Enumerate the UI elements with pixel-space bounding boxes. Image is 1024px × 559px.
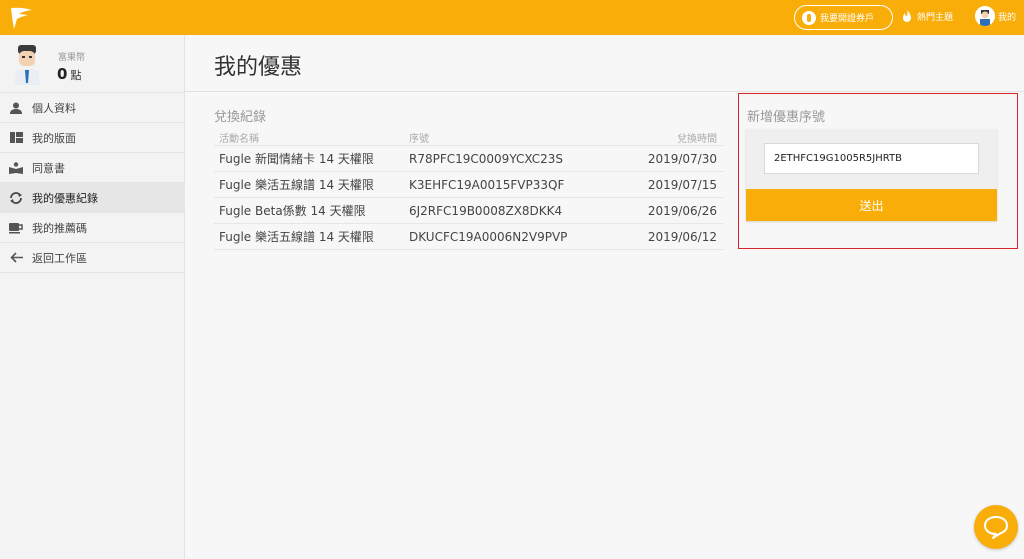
sidebar-item-my-layout[interactable]: 我的版面 bbox=[0, 122, 185, 152]
cell-time: 2019/07/30 bbox=[647, 151, 717, 166]
table-header: 活動名稱 序號 兌換時間 bbox=[214, 130, 724, 146]
table-row: Fugle 新聞情緒卡 14 天權限 R78PFC19C0009YCXC23S … bbox=[214, 146, 724, 172]
table-row: Fugle Beta係數 14 天權限 6J2RFC19B0008ZX8DKK4… bbox=[214, 198, 724, 224]
chat-bubble-icon bbox=[984, 516, 1008, 539]
sidebar-item-label: 個人資料 bbox=[32, 101, 76, 115]
submit-button[interactable]: 送出 bbox=[746, 189, 997, 221]
sidebar-divider bbox=[0, 272, 185, 273]
flame-icon bbox=[903, 10, 911, 22]
sidebar-item-label: 同意書 bbox=[32, 161, 65, 175]
column-header-activity: 活動名稱 bbox=[219, 134, 259, 145]
cell-time: 2019/06/26 bbox=[647, 203, 717, 218]
cell-serial: DKUCFC19A0006N2V9PVP bbox=[409, 229, 568, 244]
points-unit: 點 bbox=[70, 69, 82, 82]
cup-icon bbox=[9, 221, 23, 235]
points-label: 富果幣 bbox=[58, 53, 86, 63]
points-value: 0點 bbox=[57, 65, 82, 83]
table-row: Fugle 樂活五線譜 14 天權限 K3EHFC19A0015FVP33QF … bbox=[214, 172, 724, 198]
person-icon bbox=[9, 101, 23, 115]
cell-activity: Fugle 新聞情緒卡 14 天權限 bbox=[219, 152, 374, 166]
cell-activity: Fugle 樂活五線譜 14 天權限 bbox=[219, 178, 374, 192]
cell-activity: Fugle Beta係數 14 天權限 bbox=[219, 204, 366, 218]
sidebar-item-agreements[interactable]: 同意書 bbox=[0, 152, 185, 182]
top-bar: 我要開證券戶 熱門主題 我的 bbox=[0, 0, 1024, 35]
sidebar-item-back-to-workspace[interactable]: 返回工作區 bbox=[0, 242, 185, 272]
cell-time: 2019/07/15 bbox=[647, 177, 717, 192]
cell-serial: 6J2RFC19B0008ZX8DKK4 bbox=[409, 203, 563, 218]
hand-point-icon bbox=[802, 10, 816, 25]
page-title: 我的優惠 bbox=[214, 55, 303, 80]
sidebar: 富果幣 0點 個人資料 我的版面 同意書 我的優惠紀錄 我的推薦碼 返回工作區 bbox=[0, 35, 185, 559]
layout-icon bbox=[9, 131, 23, 145]
sidebar-item-label: 我的推薦碼 bbox=[32, 221, 87, 235]
open-account-label: 我要開證券戶 bbox=[820, 14, 875, 24]
user-avatar-icon bbox=[975, 6, 995, 26]
cell-serial: K3EHFC19A0015FVP33QF bbox=[409, 177, 565, 192]
coupon-code-input[interactable] bbox=[764, 143, 979, 174]
cell-time: 2019/06/12 bbox=[647, 229, 717, 244]
column-header-serial: 序號 bbox=[409, 134, 429, 145]
user-avatar-icon bbox=[14, 45, 40, 85]
table-row: Fugle 樂活五線譜 14 天權限 DKUCFC19A0006N2V9PVP … bbox=[214, 224, 724, 250]
add-coupon-title: 新增優惠序號 bbox=[747, 110, 826, 125]
sidebar-nav: 個人資料 我的版面 同意書 我的優惠紀錄 我的推薦碼 返回工作區 bbox=[0, 92, 185, 273]
column-header-time: 兌換時間 bbox=[677, 134, 717, 145]
sidebar-item-label: 我的版面 bbox=[32, 131, 76, 145]
sidebar-item-label: 我的優惠紀錄 bbox=[32, 191, 98, 205]
my-account-menu[interactable]: 我的 bbox=[975, 6, 1016, 26]
me-label: 我的 bbox=[998, 12, 1017, 23]
hot-topics-label: 熱門主題 bbox=[917, 13, 954, 23]
sidebar-item-referral-code[interactable]: 我的推薦碼 bbox=[0, 212, 185, 242]
cell-activity: Fugle 樂活五線譜 14 天權限 bbox=[219, 230, 374, 244]
sidebar-item-profile[interactable]: 個人資料 bbox=[0, 92, 185, 122]
sidebar-item-label: 返回工作區 bbox=[32, 251, 87, 265]
chat-button[interactable] bbox=[974, 505, 1018, 549]
refresh-icon bbox=[9, 191, 23, 205]
records-title: 兌換紀錄 bbox=[214, 110, 267, 125]
cell-serial: R78PFC19C0009YCXC23S bbox=[409, 151, 563, 166]
title-divider bbox=[185, 91, 1024, 92]
fugle-logo-icon[interactable] bbox=[8, 5, 34, 31]
open-account-button[interactable]: 我要開證券戶 bbox=[794, 5, 893, 30]
sidebar-item-coupon-records[interactable]: 我的優惠紀錄 bbox=[0, 182, 185, 212]
profile-summary: 富果幣 0點 bbox=[0, 35, 185, 92]
records-table: 活動名稱 序號 兌換時間 Fugle 新聞情緒卡 14 天權限 R78PFC19… bbox=[214, 130, 724, 250]
hot-topics-link[interactable]: 熱門主題 bbox=[901, 9, 953, 24]
arrow-left-icon bbox=[9, 251, 23, 265]
book-icon bbox=[9, 161, 23, 175]
